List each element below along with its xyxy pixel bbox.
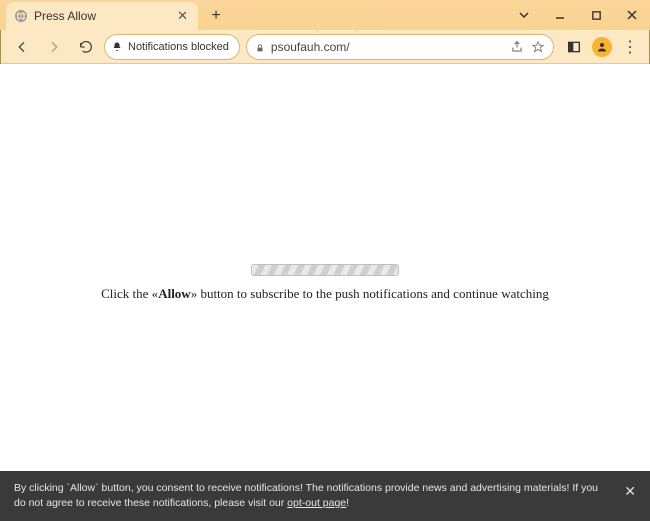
- bookmark-star-icon[interactable]: [531, 40, 545, 54]
- title-bar: Press Allow ✕ +: [0, 0, 650, 30]
- back-button[interactable]: [8, 33, 36, 61]
- consent-bar: By clicking `Allow` button, you consent …: [0, 471, 650, 521]
- kebab-menu-icon[interactable]: ⋮: [618, 35, 642, 59]
- instruction-prefix: Click the «: [101, 286, 158, 301]
- tab-close-icon[interactable]: ✕: [177, 8, 188, 24]
- profile-avatar[interactable]: [590, 35, 614, 59]
- lock-icon: [255, 42, 265, 52]
- window-close-button[interactable]: [614, 0, 650, 30]
- consent-close-icon[interactable]: ✕: [624, 481, 636, 501]
- url-text: psoufauh.com/: [271, 40, 504, 54]
- window-minimize-button[interactable]: [542, 0, 578, 30]
- forward-button[interactable]: [40, 33, 68, 61]
- instruction-text: Click the «Allow» button to subscribe to…: [0, 286, 650, 302]
- instruction-suffix: » button to subscribe to the push notifi…: [191, 286, 549, 301]
- instruction-allow-word: Allow: [158, 286, 191, 301]
- avatar-icon: [592, 37, 612, 57]
- window-controls: [506, 0, 650, 30]
- browser-tab[interactable]: Press Allow ✕: [6, 2, 198, 30]
- chevron-down-icon[interactable]: [506, 0, 542, 30]
- globe-icon: [14, 9, 28, 23]
- browser-toolbar: Notifications blocked psoufauh.com/ ⋮: [0, 30, 650, 64]
- opt-out-link[interactable]: opt-out page: [287, 497, 346, 509]
- tab-title: Press Allow: [34, 9, 171, 23]
- share-icon[interactable]: [510, 40, 524, 54]
- side-panel-icon[interactable]: [562, 35, 586, 59]
- bell-icon: [111, 41, 123, 53]
- window-maximize-button[interactable]: [578, 0, 614, 30]
- consent-text-2: !: [346, 497, 349, 509]
- notifications-blocked-chip[interactable]: Notifications blocked: [104, 34, 240, 60]
- address-bar[interactable]: psoufauh.com/: [246, 34, 554, 60]
- address-row: Notifications blocked psoufauh.com/: [104, 34, 554, 60]
- new-tab-button[interactable]: +: [204, 4, 228, 28]
- notifications-blocked-label: Notifications blocked: [128, 41, 229, 53]
- toolbar-right-group: ⋮: [562, 35, 642, 59]
- reload-button[interactable]: [72, 33, 100, 61]
- loading-bar: [251, 264, 399, 276]
- page-viewport: Click the «Allow» button to subscribe to…: [0, 64, 650, 521]
